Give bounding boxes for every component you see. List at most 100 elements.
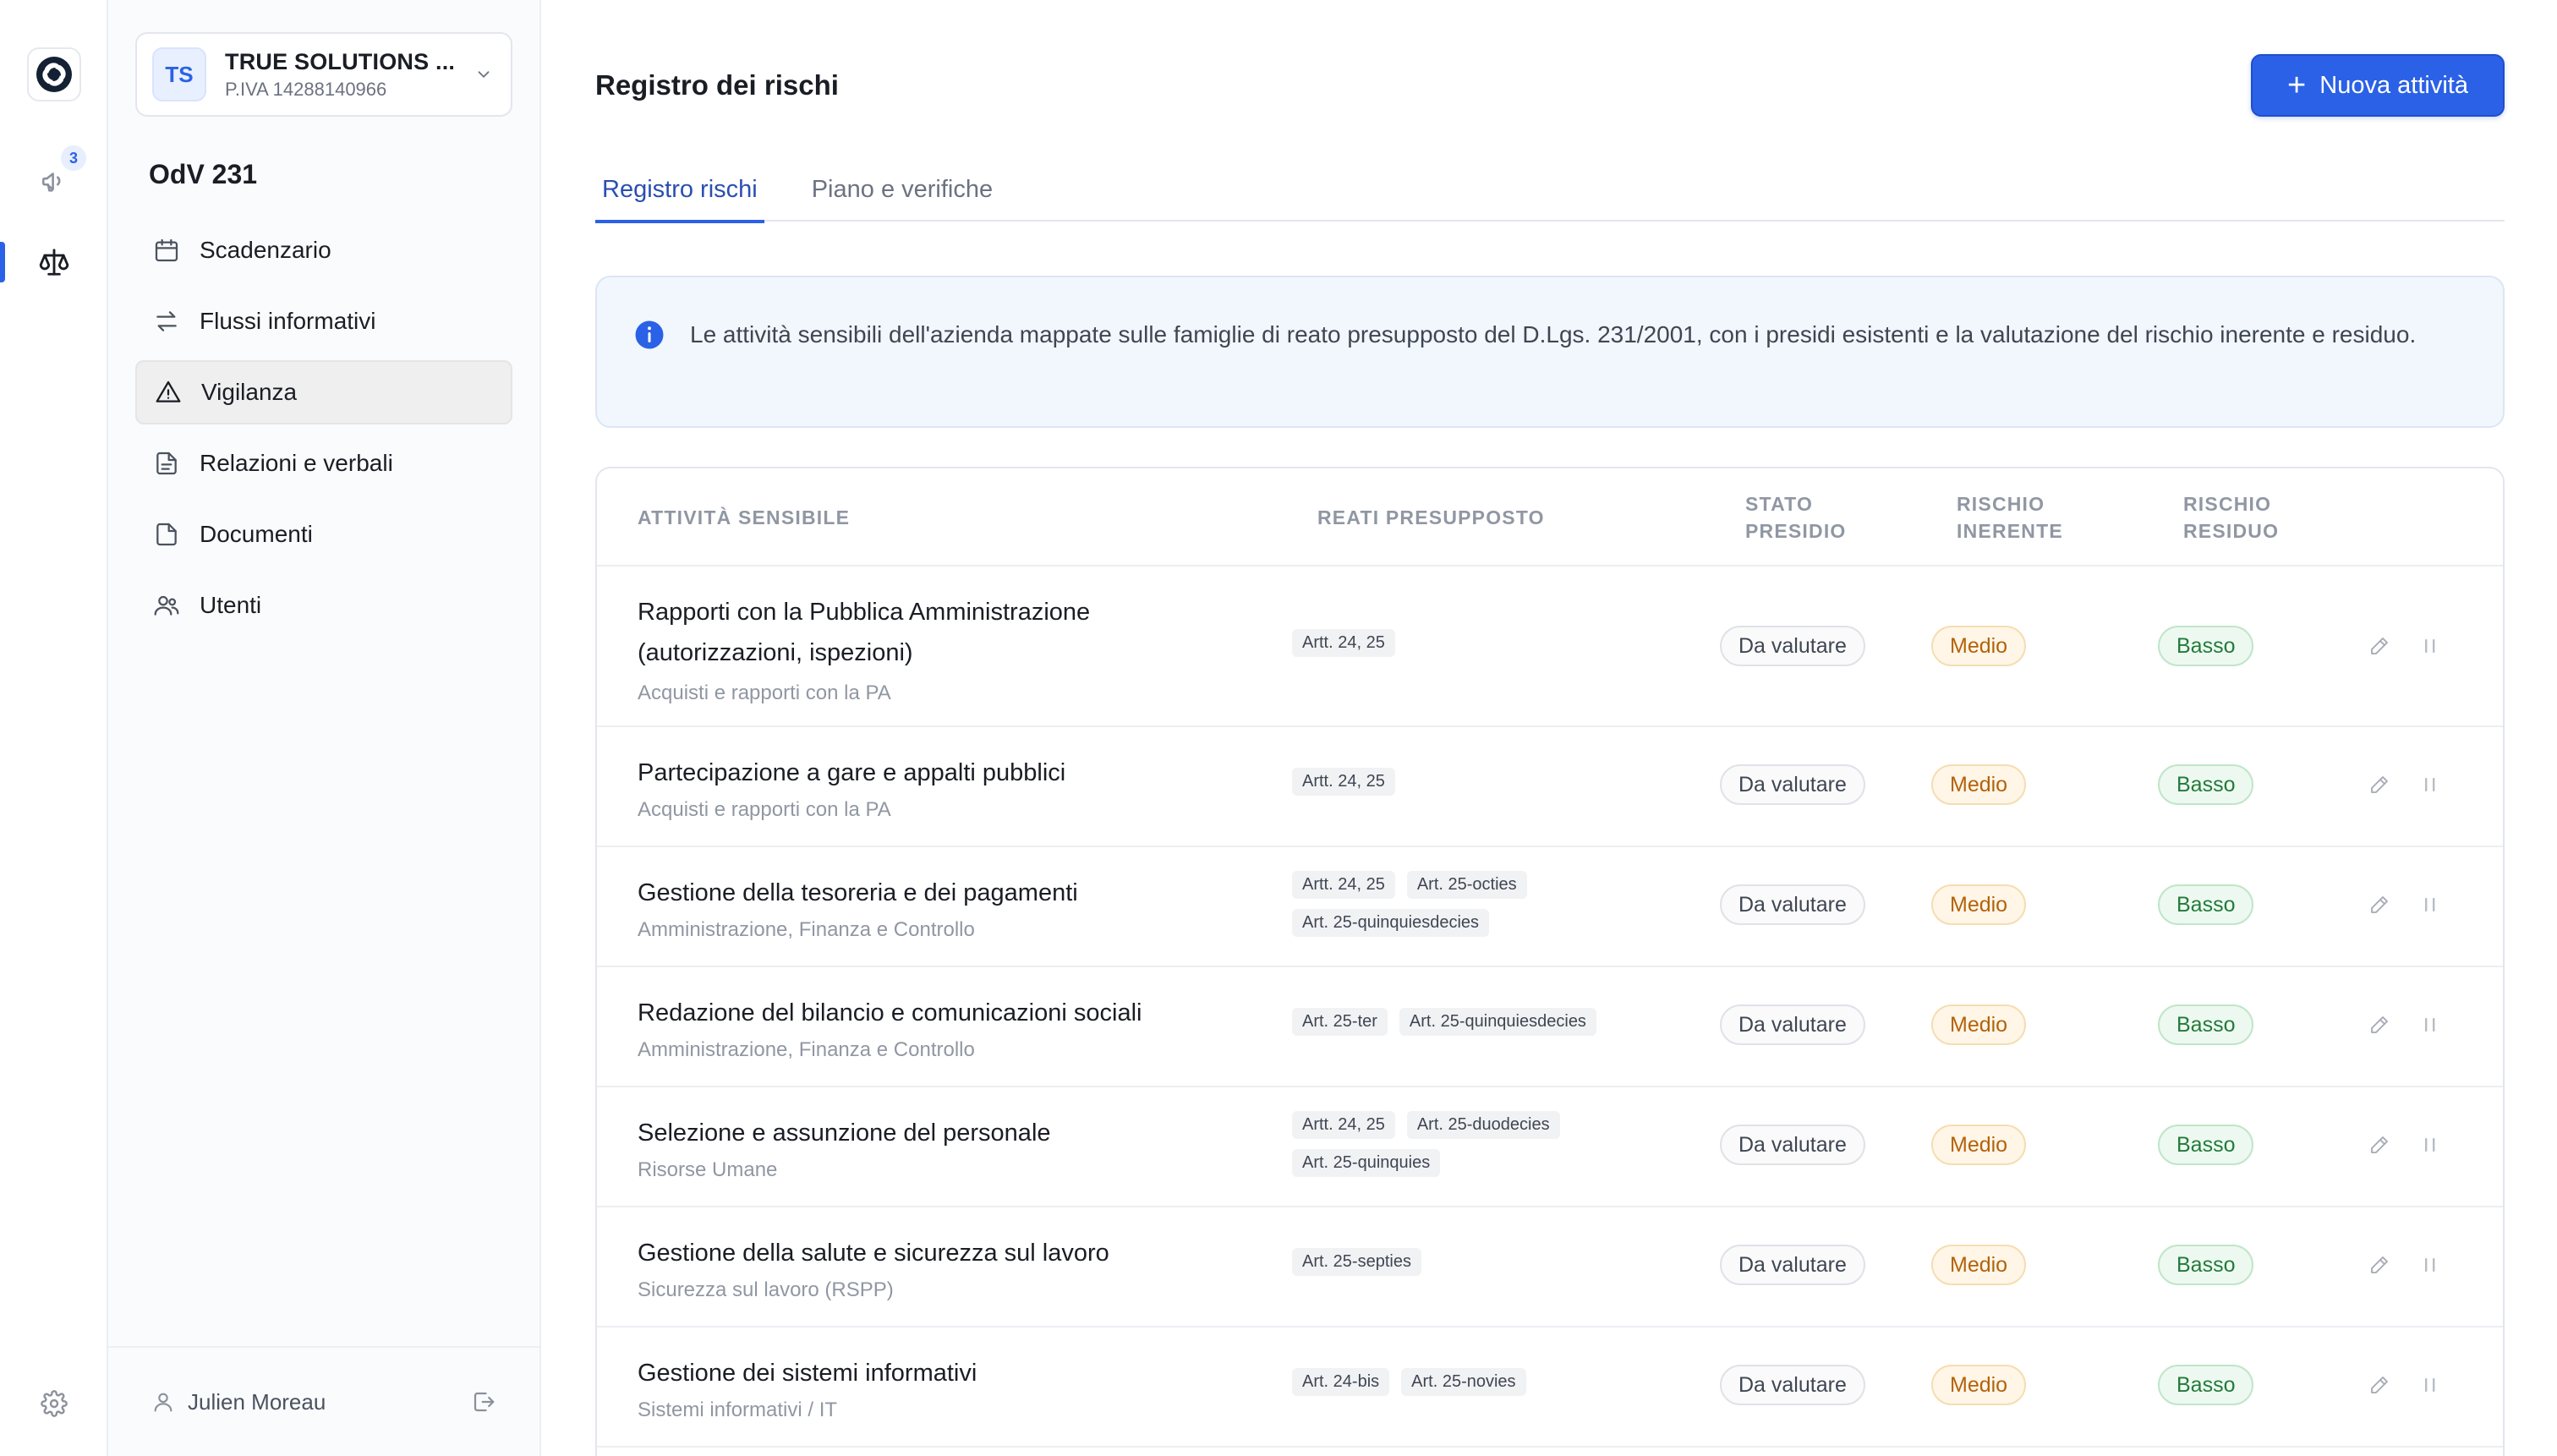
company-name: TRUE SOLUTIONS ... bbox=[225, 48, 456, 74]
col-header-activity: ATTIVITÀ SENSIBILE bbox=[638, 506, 851, 528]
sidebar-nav: Scadenzario Flussi informativi Vigilanza… bbox=[135, 218, 512, 644]
reati-list: Artt. 24, 25 Art. 25-duodecies Art. 25-qui… bbox=[1292, 1111, 1664, 1177]
reati-list: Art. 25-ter Art. 25-quinquiesdecies bbox=[1292, 1008, 1664, 1036]
reato-chip: Artt. 24, 25 bbox=[1292, 871, 1395, 899]
table-row[interactable]: Redazione del bilancio e comunicazioni s… bbox=[597, 967, 2503, 1087]
sidebar-item-scadenzario[interactable]: Scadenzario bbox=[135, 218, 512, 282]
table-row[interactable]: Rapporti con la Pubblica Amministrazione… bbox=[597, 567, 2503, 727]
reato-chip: Artt. 24, 25 bbox=[1292, 768, 1395, 796]
sidebar-item-documenti[interactable]: Documenti bbox=[135, 502, 512, 567]
col-header-residuo-line1: RISCHIO bbox=[2183, 493, 2272, 515]
edit-icon[interactable] bbox=[2366, 891, 2393, 918]
col-header-inerente: RISCHIO INERENTE bbox=[1957, 490, 2063, 545]
table-row[interactable]: Partecipazione a gare e appalti pubblici… bbox=[597, 727, 2503, 847]
activity-title: Partecipazione a gare e appalti pubblici bbox=[638, 759, 1066, 786]
pause-icon[interactable] bbox=[2417, 632, 2444, 660]
activity-area: Acquisti e rapporti con la PA bbox=[638, 681, 891, 704]
edit-icon[interactable] bbox=[2366, 771, 2393, 798]
stato-presidio-badge: Da valutare bbox=[1720, 1245, 1865, 1285]
company-switcher[interactable]: TS TRUE SOLUTIONS ... P.IVA 14288140966 bbox=[135, 32, 512, 117]
pause-icon[interactable] bbox=[2417, 1371, 2444, 1399]
reati-list: Art. 24-bis Art. 25-novies bbox=[1292, 1368, 1664, 1396]
activity-title: Rapporti con la Pubblica Amministrazione… bbox=[638, 599, 1091, 666]
rischio-inerente-badge: Medio bbox=[1931, 1365, 2027, 1405]
sidebar-item-label: Relazioni e verbali bbox=[200, 450, 393, 476]
company-info: TRUE SOLUTIONS ... P.IVA 14288140966 bbox=[225, 49, 472, 101]
reato-chip: Art. 25-duodecies bbox=[1406, 1111, 1560, 1139]
sidebar-item-utenti[interactable]: Utenti bbox=[135, 573, 512, 638]
table-row[interactable]: Gestione della tesoreria e dei pagamenti… bbox=[597, 847, 2503, 967]
tab-piano-e-verifiche[interactable]: Piano e verifiche bbox=[805, 157, 999, 222]
rischio-residuo-badge: Basso bbox=[2158, 884, 2254, 925]
sidebar-item-flussi-informativi[interactable]: Flussi informativi bbox=[135, 289, 512, 353]
odv-231-rail-button[interactable] bbox=[27, 235, 81, 289]
activity-area: Amministrazione, Finanza e Controllo bbox=[638, 918, 975, 941]
stato-presidio-badge: Da valutare bbox=[1720, 626, 1865, 666]
activity-area: Sicurezza sul lavoro (RSPP) bbox=[638, 1278, 894, 1301]
col-header-stato-line2: PRESIDIO bbox=[1745, 520, 1847, 542]
reato-chip: Art. 25-septies bbox=[1292, 1248, 1421, 1276]
activity-title: Gestione della tesoreria e dei pagamenti bbox=[638, 879, 1078, 906]
app-logo[interactable] bbox=[27, 47, 81, 101]
rischio-residuo-badge: Basso bbox=[2158, 1365, 2254, 1405]
rischio-residuo-badge: Basso bbox=[2158, 764, 2254, 805]
notifications-badge: 3 bbox=[61, 145, 86, 171]
settings-button[interactable] bbox=[27, 1377, 81, 1431]
edit-icon[interactable] bbox=[2366, 1131, 2393, 1158]
pause-icon[interactable] bbox=[2417, 891, 2444, 918]
chevron-down-icon bbox=[472, 63, 496, 86]
stato-presidio-badge: Da valutare bbox=[1720, 764, 1865, 805]
col-header-residuo-line2: RESIDUO bbox=[2183, 520, 2280, 542]
reato-chip: Artt. 24, 25 bbox=[1292, 1111, 1395, 1139]
logout-icon[interactable] bbox=[468, 1387, 499, 1417]
reato-chip: Artt. 24, 25 bbox=[1292, 629, 1395, 657]
rischio-residuo-badge: Basso bbox=[2158, 1004, 2254, 1045]
new-activity-label: Nuova attività bbox=[2319, 71, 2468, 99]
info-icon bbox=[635, 320, 664, 349]
rischio-inerente-badge: Medio bbox=[1931, 1125, 2027, 1165]
sidebar-footer: Julien Moreau bbox=[108, 1346, 539, 1456]
user-icon bbox=[149, 1388, 178, 1416]
sidebar-section-title: OdV 231 bbox=[149, 159, 258, 189]
pause-icon[interactable] bbox=[2417, 771, 2444, 798]
edit-icon[interactable] bbox=[2366, 632, 2393, 660]
table-row[interactable]: Selezione e assunzione del personale Ris… bbox=[597, 1087, 2503, 1207]
pause-icon[interactable] bbox=[2417, 1131, 2444, 1158]
company-vat: P.IVA 14288140966 bbox=[225, 78, 387, 100]
rischio-residuo-badge: Basso bbox=[2158, 626, 2254, 666]
sidebar-item-vigilanza[interactable]: Vigilanza bbox=[135, 360, 512, 424]
arrows-exchange-icon bbox=[151, 305, 183, 337]
table-row[interactable]: Gestione dei sistemi informativi Sistemi… bbox=[597, 1327, 2503, 1448]
tabs: Registro rischi Piano e verifiche bbox=[595, 157, 2505, 223]
new-activity-button[interactable]: + Nuova attività bbox=[2251, 54, 2505, 117]
sidebar-item-label: Vigilanza bbox=[201, 379, 298, 405]
reato-chip: Art. 25-quinquiesdecies bbox=[1292, 909, 1490, 937]
users-icon bbox=[151, 589, 183, 621]
info-text: Le attività sensibili dell'azienda mappa… bbox=[690, 321, 2417, 348]
file-text-icon bbox=[151, 447, 183, 479]
pause-icon[interactable] bbox=[2417, 1011, 2444, 1038]
reato-chip: Art. 25-quinquiesdecies bbox=[1399, 1008, 1596, 1036]
activity-area: Sistemi informativi / IT bbox=[638, 1399, 838, 1421]
pause-icon[interactable] bbox=[2417, 1251, 2444, 1278]
col-header-residuo: RISCHIO RESIDUO bbox=[2183, 490, 2279, 545]
sidebar-item-relazioni-e-verbali[interactable]: Relazioni e verbali bbox=[135, 431, 512, 495]
activity-area: Acquisti e rapporti con la PA bbox=[638, 798, 891, 821]
tab-registro-rischi[interactable]: Registro rischi bbox=[595, 157, 764, 223]
gear-icon bbox=[41, 1390, 68, 1417]
edit-icon[interactable] bbox=[2366, 1371, 2393, 1399]
table-row[interactable]: Gestione della salute e sicurezza sul la… bbox=[597, 1207, 2503, 1327]
risk-table: ATTIVITÀ SENSIBILE REATI PRESUPPOSTO STA… bbox=[595, 467, 2505, 1456]
edit-icon[interactable] bbox=[2366, 1011, 2393, 1038]
rischio-residuo-badge: Basso bbox=[2158, 1125, 2254, 1165]
reati-list: Artt. 24, 25 bbox=[1292, 629, 1664, 657]
sidebar-item-label: Flussi informativi bbox=[200, 308, 376, 334]
main-content: Registro dei rischi + Nuova attività Reg… bbox=[541, 0, 2557, 1456]
scales-icon bbox=[39, 249, 69, 276]
page-title: Registro dei rischi bbox=[595, 69, 839, 101]
rischio-residuo-badge: Basso bbox=[2158, 1245, 2254, 1285]
edit-icon[interactable] bbox=[2366, 1251, 2393, 1278]
stato-presidio-badge: Da valutare bbox=[1720, 1004, 1865, 1045]
reato-chip: Art. 25-octies bbox=[1406, 871, 1527, 899]
icon-rail: 3 bbox=[0, 0, 108, 1456]
